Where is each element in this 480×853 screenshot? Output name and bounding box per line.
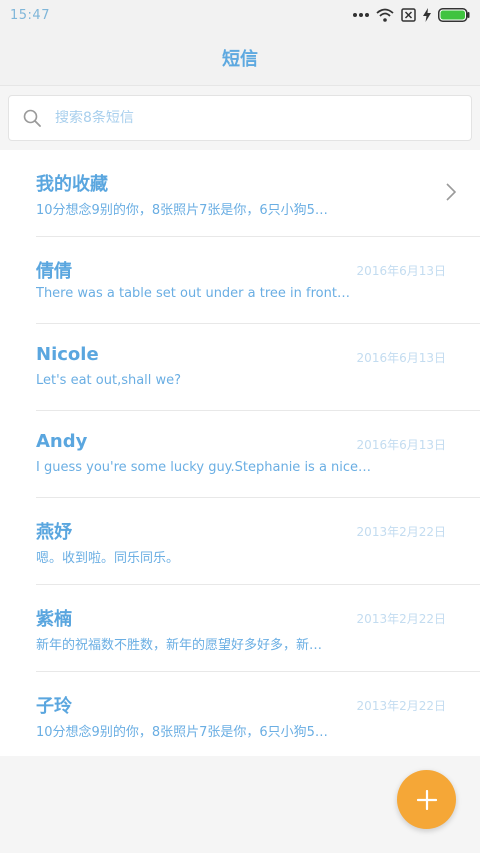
contact-name: 倩倩 — [36, 261, 72, 282]
status-time: 15:47 — [10, 7, 50, 23]
search-box[interactable] — [8, 95, 472, 141]
wifi-icon — [376, 8, 394, 22]
contact-name: 紫楠 — [36, 609, 72, 630]
message-date: 2013年2月22日 — [356, 699, 446, 713]
message-date: 2013年2月22日 — [356, 525, 446, 539]
message-preview: 10分想念9别的你，8张照片7张是你，6只小狗5… — [36, 203, 328, 218]
message-preview: I guess you're some lucky guy.Stephanie … — [36, 460, 372, 475]
conversation-row[interactable]: Andy 2016年6月13日 I guess you're some luck… — [36, 411, 480, 498]
battery-icon — [438, 8, 470, 22]
contact-name: 燕妤 — [36, 522, 72, 543]
charging-icon — [423, 8, 431, 22]
signal-dots-icon — [353, 13, 369, 17]
message-preview: 新年的祝福数不胜数，新年的愿望好多好多，新… — [36, 638, 323, 653]
message-preview: 嗯。收到啦。同乐同乐。 — [36, 551, 180, 566]
status-bar: 15:47 — [0, 0, 480, 30]
header: 短信 — [0, 30, 480, 86]
conversation-list: 我的收藏 10分想念9别的你，8张照片7张是你，6只小狗5… 倩倩 2016年6… — [0, 150, 480, 756]
message-preview: Let's eat out,shall we? — [36, 373, 182, 388]
conversation-row[interactable]: 我的收藏 10分想念9别的你，8张照片7张是你，6只小狗5… — [36, 150, 480, 237]
conversation-row[interactable]: 燕妤 2013年2月22日 嗯。收到啦。同乐同乐。 — [36, 498, 480, 585]
search-input[interactable] — [55, 110, 435, 126]
no-sim-icon — [401, 8, 416, 22]
status-icons — [353, 8, 470, 22]
conversation-row[interactable]: 紫楠 2013年2月22日 新年的祝福数不胜数，新年的愿望好多好多，新… — [36, 585, 480, 672]
message-date: 2016年6月13日 — [356, 351, 446, 365]
new-message-button[interactable] — [397, 770, 456, 829]
chevron-right-icon — [446, 183, 456, 201]
contact-name: 子玲 — [36, 696, 72, 717]
message-date: 2016年6月13日 — [356, 264, 446, 278]
contact-name: Nicole — [36, 344, 99, 365]
message-preview: There was a table set out under a tree i… — [36, 286, 350, 301]
message-date: 2016年6月13日 — [356, 438, 446, 452]
contact-name: 我的收藏 — [36, 174, 108, 195]
search-icon — [23, 109, 41, 127]
search-bar — [0, 86, 480, 150]
plus-icon — [416, 789, 437, 810]
page-title: 短信 — [222, 48, 258, 70]
message-date: 2013年2月22日 — [356, 612, 446, 626]
conversation-row[interactable]: 子玲 2013年2月22日 10分想念9别的你，8张照片7张是你，6只小狗5… — [36, 672, 480, 759]
message-preview: 10分想念9别的你，8张照片7张是你，6只小狗5… — [36, 725, 328, 740]
contact-name: Andy — [36, 431, 88, 452]
conversation-row[interactable]: 倩倩 2016年6月13日 There was a table set out … — [36, 237, 480, 324]
conversation-row[interactable]: Nicole 2016年6月13日 Let's eat out,shall we… — [36, 324, 480, 411]
